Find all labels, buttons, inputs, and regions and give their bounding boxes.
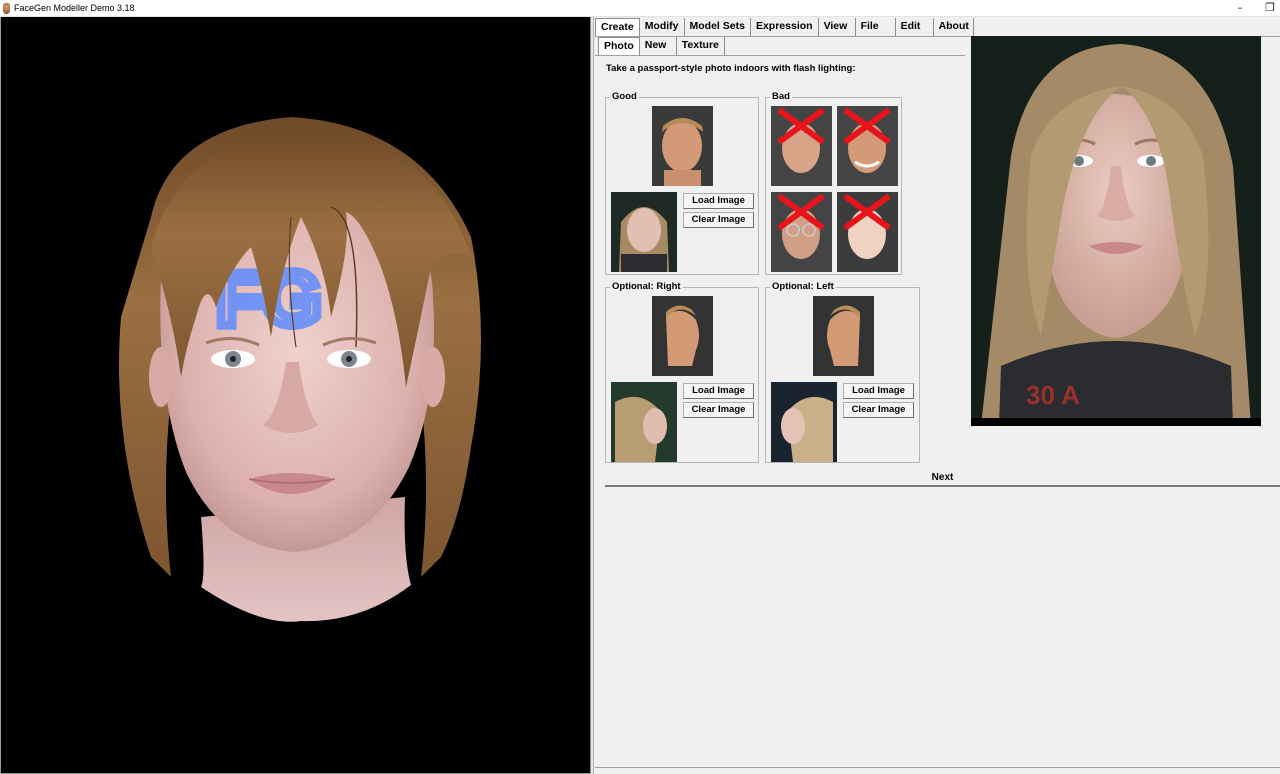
sub-tab-bar: Photo New Texture [598,37,725,55]
good-group: Good Load Image Clear Image [605,91,759,275]
bad-example-photo [771,192,832,272]
optional-left-group: Optional: Left Load Image Clear Image [765,281,920,463]
optional-right-label: Optional: Right [610,281,683,292]
tab-model-sets[interactable]: Model Sets [685,18,751,36]
next-button[interactable]: Next [605,469,1280,487]
good-clear-image-button[interactable]: Clear Image [683,212,754,228]
front-photo-preview: 30 A [971,36,1261,426]
loaded-front-photo [611,192,677,272]
right-profile-example-photo [652,296,713,376]
panel-splitter[interactable] [591,17,594,774]
optional-right-group: Optional: Right Load Image Clear Image [605,281,759,463]
bad-example-photo [771,106,832,186]
right-clear-image-button[interactable]: Clear Image [683,402,754,418]
bad-example-photo [837,106,898,186]
bad-group: Bad [765,91,902,275]
tab-edit[interactable]: Edit [896,18,934,36]
good-example-photo [652,106,713,186]
good-load-image-button[interactable]: Load Image [683,193,754,209]
main-tab-bar: Create Modify Model Sets Expression View… [595,18,974,36]
panel-bottom-edge [595,767,1280,768]
title-bar: FaceGen Modeller Demo 3.18 – ❐ [0,0,1280,17]
right-load-image-button[interactable]: Load Image [683,383,754,399]
good-group-label: Good [610,91,639,102]
control-panel: Create Modify Model Sets Expression View… [595,17,1280,774]
tab-expression[interactable]: Expression [751,18,819,36]
tab-view[interactable]: View [819,18,856,36]
subtab-divider [595,55,965,56]
left-load-image-button[interactable]: Load Image [843,383,914,399]
svg-text:30 A: 30 A [1026,380,1080,410]
loaded-left-photo [771,382,837,462]
tab-create[interactable]: Create [595,18,640,36]
app-head-icon [3,3,10,14]
optional-left-label: Optional: Left [770,281,836,292]
left-profile-example-photo [813,296,874,376]
rendered-face-model[interactable]: FG [1,17,591,774]
instruction-text: Take a passport-style photo indoors with… [606,63,856,74]
tab-modify[interactable]: Modify [640,18,685,36]
minimize-button[interactable]: – [1226,0,1254,17]
restore-button[interactable]: ❐ [1256,0,1280,17]
subtab-new[interactable]: New [640,37,677,55]
window-title: FaceGen Modeller Demo 3.18 [14,3,135,13]
subtab-photo[interactable]: Photo [598,37,640,55]
tab-file[interactable]: File [856,18,896,36]
3d-viewport[interactable]: FG [0,17,591,774]
bad-group-label: Bad [770,91,792,102]
loaded-right-photo [611,382,677,462]
subtab-texture[interactable]: Texture [677,37,725,55]
bad-example-photo [837,192,898,272]
tab-about[interactable]: About [934,18,974,36]
left-clear-image-button[interactable]: Clear Image [843,402,914,418]
